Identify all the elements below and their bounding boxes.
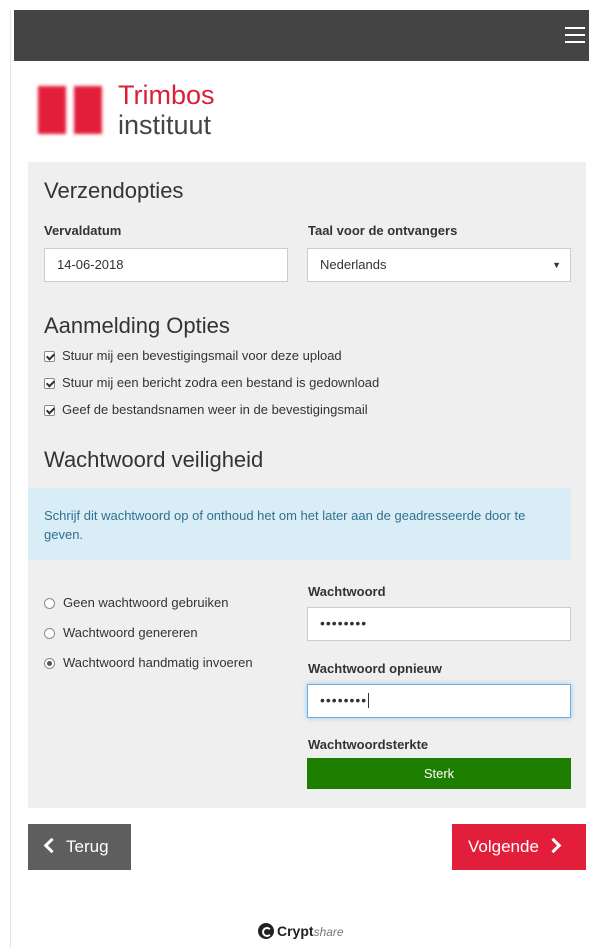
radio-label: Geen wachtwoord gebruiken — [63, 595, 229, 610]
logo-line-2: instituut — [118, 110, 212, 140]
window-top-strip — [0, 0, 589, 10]
chevron-down-icon: ▼ — [552, 260, 561, 270]
cryptshare-icon — [258, 923, 274, 939]
language-select[interactable]: Nederlands ▼ — [307, 248, 571, 282]
password-input[interactable]: •••••••• — [307, 607, 571, 641]
trimbos-logo: Trimbos instituut — [36, 80, 266, 140]
cryptshare-logo: Cryptshare — [258, 922, 344, 940]
password-repeat-input[interactable]: •••••••• — [307, 684, 571, 718]
expiry-label: Vervaldatum — [44, 223, 122, 238]
radio-selected-icon[interactable] — [44, 658, 55, 669]
checkbox-confirmation-mail[interactable]: Stuur mij een bevestigingsmail voor deze… — [44, 348, 342, 364]
menu-icon[interactable] — [565, 27, 585, 43]
text-caret — [368, 693, 370, 708]
checkbox-label: Stuur mij een bericht zodra een bestand … — [62, 375, 380, 390]
expiry-date-value: 14-06-2018 — [57, 257, 124, 272]
checkbox-label: Stuur mij een bevestigingsmail voor deze… — [62, 348, 342, 363]
radio-label: Wachtwoord handmatig invoeren — [63, 655, 253, 670]
next-button[interactable]: Volgende — [452, 824, 586, 870]
back-button[interactable]: Terug — [28, 824, 131, 870]
checkbox-checked-icon[interactable] — [44, 351, 55, 362]
checkbox-download-notice[interactable]: Stuur mij een bericht zodra een bestand … — [44, 375, 379, 391]
password-repeat-value: •••••••• — [320, 692, 368, 708]
radio-no-password[interactable]: Geen wachtwoord gebruiken — [44, 595, 229, 611]
password-heading: Wachtwoord veiligheid — [44, 447, 264, 472]
radio-icon[interactable] — [44, 628, 55, 639]
radio-icon[interactable] — [44, 598, 55, 609]
password-repeat-label: Wachtwoord opnieuw — [308, 661, 442, 676]
cryptshare-light-text: share — [313, 925, 344, 939]
expiry-date-input[interactable]: 14-06-2018 — [44, 248, 288, 282]
password-value: •••••••• — [320, 615, 368, 631]
radio-label: Wachtwoord genereren — [63, 625, 198, 640]
logo-block-left — [38, 86, 66, 134]
top-navbar — [14, 10, 589, 61]
cryptshare-bold-text: Crypt — [277, 923, 314, 939]
window-edge — [0, 0, 11, 948]
checkbox-checked-icon[interactable] — [44, 378, 55, 389]
checkbox-filenames[interactable]: Geef de bestandsnamen weer in de bevesti… — [44, 402, 368, 418]
logo-block-right — [74, 86, 102, 134]
notify-heading: Aanmelding Opties — [44, 313, 230, 338]
back-button-label: Terug — [66, 837, 109, 856]
language-label: Taal voor de ontvangers — [308, 223, 458, 238]
checkbox-checked-icon[interactable] — [44, 405, 55, 416]
password-info-alert: Schrijf dit wachtwoord op of onthoud het… — [28, 488, 571, 560]
checkbox-label: Geef de bestandsnamen weer in de bevesti… — [62, 402, 368, 417]
send-options-heading: Verzendopties — [44, 178, 184, 203]
radio-manual-password[interactable]: Wachtwoord handmatig invoeren — [44, 655, 253, 671]
radio-generate-password[interactable]: Wachtwoord genereren — [44, 625, 198, 641]
next-button-label: Volgende — [468, 837, 539, 856]
password-label: Wachtwoord — [308, 584, 386, 599]
password-strength-bar: Sterk — [307, 758, 571, 789]
logo-line-1: Trimbos — [118, 80, 215, 110]
strength-label: Wachtwoordsterkte — [308, 737, 429, 752]
chevron-right-icon — [545, 837, 562, 854]
chevron-left-icon — [43, 837, 60, 854]
language-value: Nederlands — [320, 257, 387, 272]
